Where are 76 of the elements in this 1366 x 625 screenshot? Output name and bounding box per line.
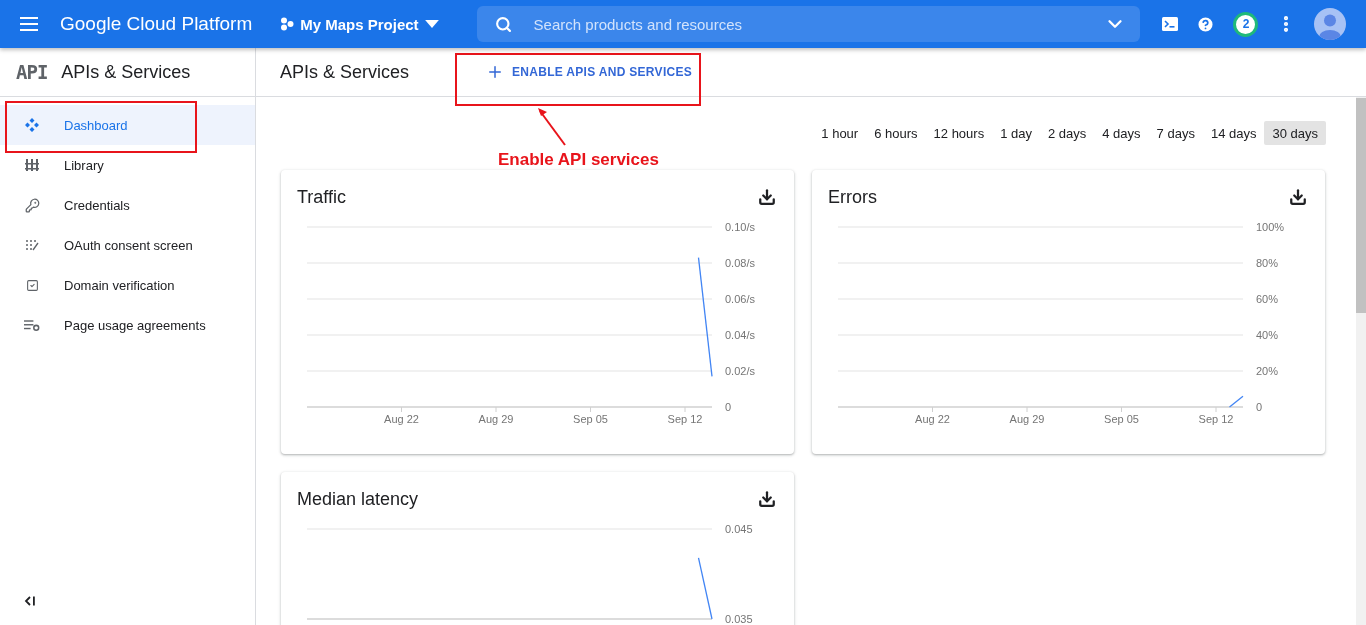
y-axis-label: 0.02/s xyxy=(725,365,755,377)
list-settings-icon xyxy=(24,318,40,332)
nav-item[interactable]: OAuth consent screen xyxy=(0,225,255,265)
terminal-icon[interactable] xyxy=(1162,17,1179,31)
search-icon xyxy=(494,15,512,33)
card-title: Median latency xyxy=(297,488,419,510)
y-axis-label: 0 xyxy=(1256,401,1263,413)
key-icon xyxy=(24,197,40,213)
nav-item[interactable]: Library xyxy=(0,145,255,185)
y-axis-label: 0.06/s xyxy=(725,293,755,305)
api-logo: API xyxy=(16,61,48,83)
notification-count[interactable]: 2 xyxy=(1233,11,1259,37)
x-axis-label: Aug 22 xyxy=(384,413,419,425)
plus-icon xyxy=(486,63,504,81)
x-axis-label: Aug 29 xyxy=(478,413,514,425)
nav-item[interactable]: Page usage agreements xyxy=(0,305,255,345)
y-axis-label: 0.045 xyxy=(725,523,753,535)
y-axis-label: 0.08/s xyxy=(725,257,755,269)
avatar-icon[interactable] xyxy=(1314,8,1347,40)
y-axis-label: 60% xyxy=(1256,293,1279,305)
dotted-check-icon xyxy=(25,238,39,252)
time-range-option[interactable]: 7 days xyxy=(1148,121,1203,145)
checkbox-icon xyxy=(25,278,39,292)
annotation-text: Enable API services xyxy=(498,150,659,170)
nav-item[interactable]: Domain verification xyxy=(0,265,255,305)
card-title: Errors xyxy=(828,186,877,208)
menu-icon[interactable] xyxy=(20,17,38,31)
x-axis-label: Aug 22 xyxy=(915,413,950,425)
download-icon[interactable] xyxy=(758,188,776,206)
x-axis-label: Sep 05 xyxy=(573,413,608,425)
x-tick xyxy=(932,406,933,413)
x-tick xyxy=(401,406,402,413)
scrollbar[interactable] xyxy=(1356,97,1366,625)
search-input[interactable]: Search products and resources xyxy=(531,14,1085,34)
x-axis-label: Sep 12 xyxy=(667,413,703,425)
time-range-option[interactable]: 12 hours xyxy=(925,121,993,145)
page-title: APIs & Services xyxy=(280,61,411,83)
project-dots-icon xyxy=(280,17,295,31)
y-axis-label: 0.035 xyxy=(725,613,753,625)
card-title: Traffic xyxy=(297,186,346,208)
project-selector[interactable]: My Maps Project xyxy=(274,14,445,34)
series-line xyxy=(1228,395,1244,408)
help-icon[interactable] xyxy=(1196,14,1216,34)
search-field[interactable]: Search products and resources xyxy=(476,6,1141,42)
time-range-option[interactable]: 2 days xyxy=(1039,121,1095,145)
time-range-option[interactable]: 1 day xyxy=(992,121,1040,145)
y-axis-label: 0.10/s xyxy=(725,221,755,233)
annotation-arrow xyxy=(535,106,569,148)
x-axis-label: Sep 12 xyxy=(1198,413,1234,425)
y-axis-label: 80% xyxy=(1256,257,1279,269)
x-tick xyxy=(1121,406,1122,413)
download-icon[interactable] xyxy=(758,490,776,508)
series-line xyxy=(697,557,713,620)
x-axis-label: Sep 05 xyxy=(1104,413,1139,425)
x-axis-label: Aug 29 xyxy=(1009,413,1045,425)
library-icon xyxy=(25,158,39,172)
nav-item[interactable]: Dashboard xyxy=(0,105,255,145)
nav-item[interactable]: Credentials xyxy=(0,185,255,225)
y-axis-label: 0 xyxy=(725,401,732,413)
y-axis-label: 0.04/s xyxy=(725,329,755,341)
diamond-dots-icon xyxy=(24,117,40,133)
time-range-option[interactable]: 4 days xyxy=(1094,121,1149,145)
x-tick xyxy=(590,406,591,413)
y-axis-label: 40% xyxy=(1256,329,1279,341)
time-range-option[interactable]: 30 days xyxy=(1264,121,1326,145)
y-axis-label: 20% xyxy=(1256,365,1279,377)
time-range-option[interactable]: 14 days xyxy=(1202,121,1265,145)
download-icon[interactable] xyxy=(1289,188,1307,206)
product-name[interactable]: Google Cloud Platform xyxy=(60,13,253,35)
time-range-option[interactable]: 6 hours xyxy=(866,121,926,145)
collapse-sidebar-icon[interactable] xyxy=(24,595,36,607)
enable-apis-button[interactable]: ENABLE APIS AND SERVICES xyxy=(480,62,699,82)
sidebar-title: APIs & Services xyxy=(61,61,191,83)
time-range-option[interactable]: 1 hour xyxy=(813,121,867,145)
y-axis-label: 100% xyxy=(1256,221,1285,233)
caret-icon xyxy=(424,20,439,28)
